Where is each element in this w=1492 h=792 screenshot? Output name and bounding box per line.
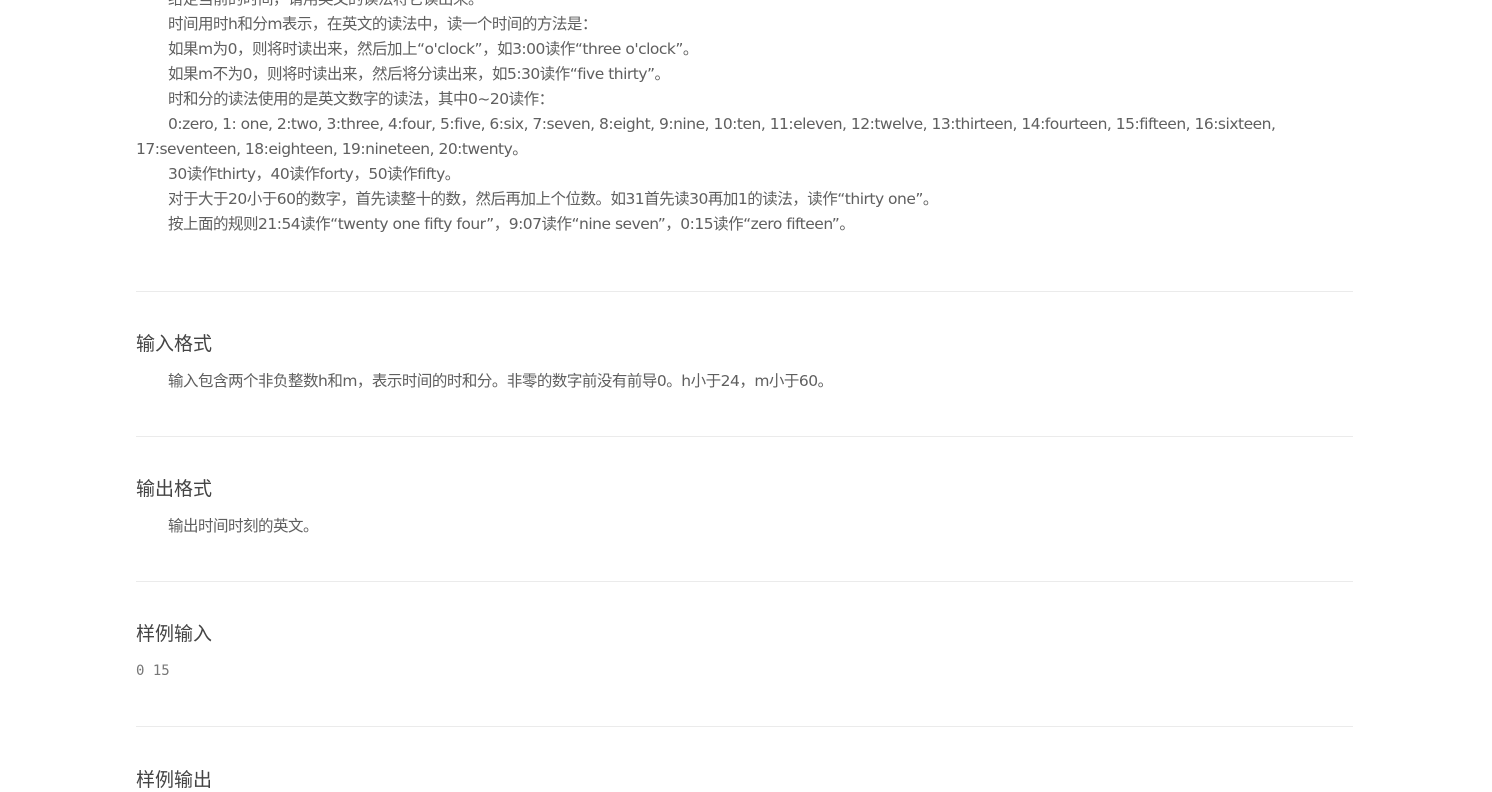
problem-description: 给定当前的时间，请用英文的读法将它读出来。 时间用时h和分m表示，在英文的读法中… (136, 0, 1353, 237)
section-divider (136, 291, 1353, 292)
description-line: 30读作thirty，40读作forty，50读作fifty。 (168, 165, 460, 183)
output-format-text: 输出时间时刻的英文。 (168, 517, 319, 535)
sample-output-heading: 样例输出 (136, 769, 213, 791)
section-divider (136, 436, 1353, 437)
input-format-text: 输入包含两个非负整数h和m，表示时间的时和分。非零的数字前没有前导0。h小于24… (168, 372, 833, 390)
description-line: 时和分的读法使用的是英文数字的读法，其中0~20读作： (168, 90, 554, 108)
description-line: 如果m不为0，则将时读出来，然后将分读出来，如5:30读作“five thirt… (168, 65, 670, 83)
description-line: 按上面的规则21:54读作“twenty one fifty four”，9:0… (168, 215, 855, 233)
sample-input-heading: 样例输入 (136, 623, 213, 645)
problem-content: 给定当前的时间，请用英文的读法将它读出来。 时间用时h和分m表示，在英文的读法中… (136, 0, 1353, 791)
section-divider (136, 581, 1353, 582)
description-line: 给定当前的时间，请用英文的读法将它读出来。 (136, 0, 1353, 12)
description-line: 对于大于20小于60的数字，首先读整十的数，然后再加上个位数。如31首先读30再… (168, 190, 938, 208)
section-divider (136, 726, 1353, 727)
output-format-heading: 输出格式 (136, 478, 213, 500)
description-line: 如果m为0，则将时读出来，然后加上“o'clock”，如3:00读作“three… (168, 40, 698, 58)
sample-input-code: 0 15 (136, 663, 170, 679)
description-line: 时间用时h和分m表示，在英文的读法中，读一个时间的方法是： (168, 15, 597, 33)
description-line: 0:zero, 1: one, 2:two, 3:three, 4:four, … (136, 115, 1276, 158)
input-format-heading: 输入格式 (136, 333, 213, 355)
